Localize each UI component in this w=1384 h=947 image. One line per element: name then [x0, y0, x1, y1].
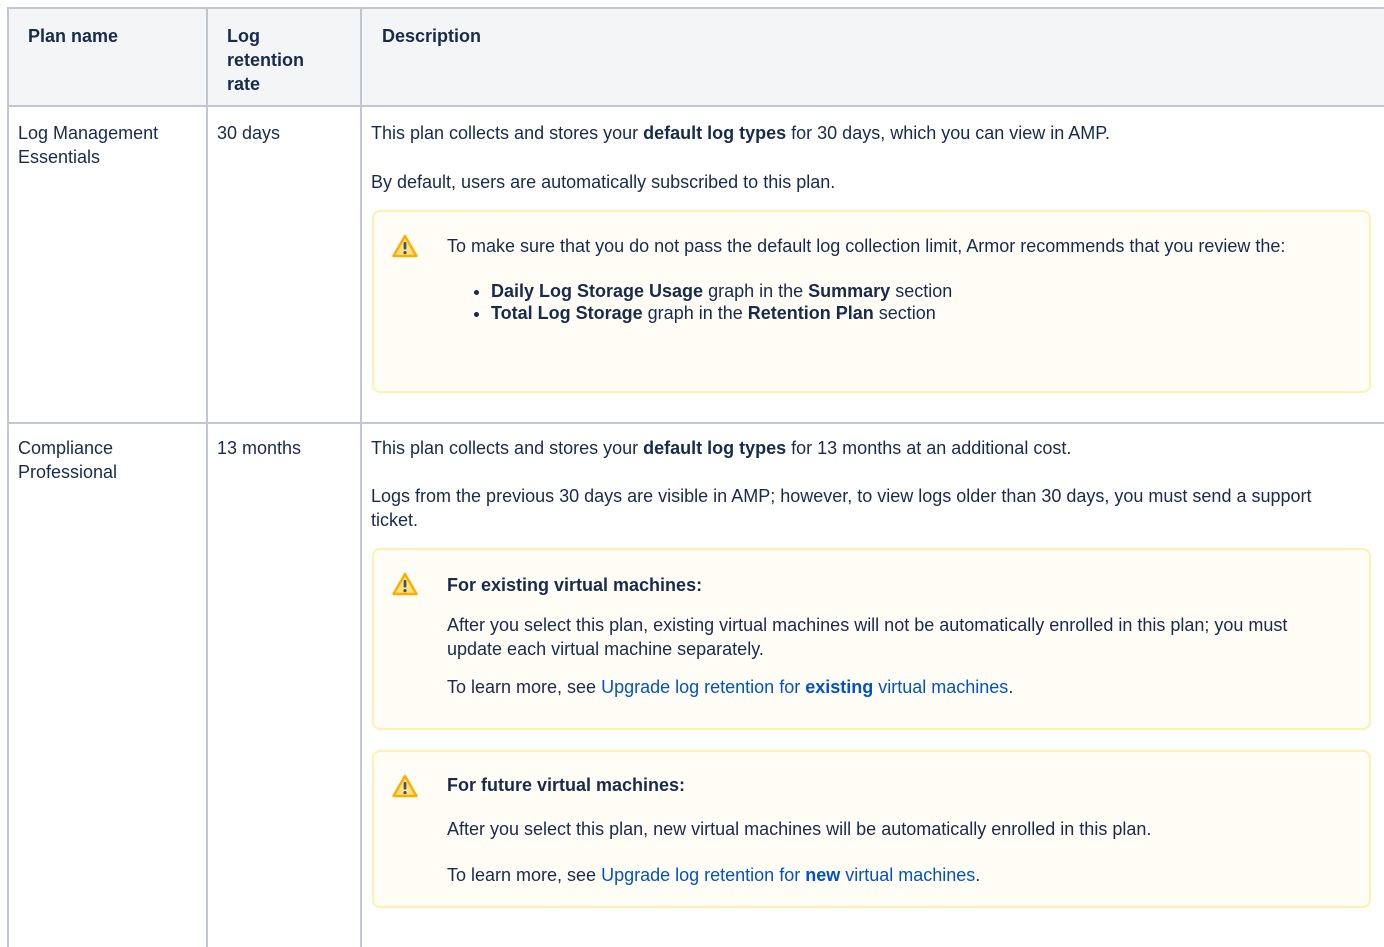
- future-vm-text: After you select this plan, new virtual …: [447, 819, 1152, 839]
- future-vm-title: For future virtual machines:: [447, 775, 686, 795]
- column-divider: [360, 9, 362, 947]
- existing-vm-title: For existing virtual machines:: [447, 575, 703, 595]
- row2-plan-name: Compliance Professional: [18, 438, 118, 482]
- warning-icon: [392, 774, 418, 798]
- existing-vm-warning-panel: For existing virtual machines: After you…: [372, 548, 1371, 730]
- row1-plan-name: Log Management Essentials: [18, 123, 159, 167]
- existing-vm-learn-more: To learn more, see Upgrade log retention…: [447, 677, 1014, 697]
- list-item: Daily Log Storage Usage graph in the Sum…: [491, 280, 1345, 302]
- warning-icon: [392, 234, 418, 258]
- upgrade-new-vm-link[interactable]: Upgrade log retention for new virtual ma…: [601, 865, 975, 885]
- row2-description-p2: Logs from the previous 30 days are visib…: [371, 486, 1312, 530]
- row1-retention: 30 days: [217, 123, 281, 143]
- row2-retention: 13 months: [217, 438, 302, 458]
- header-description: Description: [382, 26, 482, 46]
- row-divider: [9, 422, 1384, 424]
- header-plan-name: Plan name: [28, 26, 119, 46]
- header-log-retention-rate: Log retention rate: [227, 26, 305, 94]
- existing-vm-text: After you select this plan, existing vir…: [447, 615, 1288, 659]
- row2-description-p1: This plan collects and stores your defau…: [371, 438, 1072, 458]
- row1-description-p1: This plan collects and stores your defau…: [371, 123, 1110, 143]
- row1-warning-body: To make sure that you do not pass the de…: [447, 234, 1345, 324]
- existing-vm-warning-body: For existing virtual machines: After you…: [447, 573, 1345, 699]
- upgrade-existing-vm-link[interactable]: Upgrade log retention for existing virtu…: [601, 677, 1008, 697]
- list-item: Total Log Storage graph in the Retention…: [491, 302, 1345, 324]
- future-vm-warning-body: For future virtual machines: After you s…: [447, 773, 1345, 887]
- storage-graph-list: Daily Log Storage Usage graph in the Sum…: [447, 280, 1345, 324]
- warning-icon: [392, 572, 418, 596]
- future-vm-warning-panel: For future virtual machines: After you s…: [372, 750, 1371, 908]
- row-divider: [9, 105, 1384, 107]
- row1-warning-panel: To make sure that you do not pass the de…: [372, 210, 1371, 393]
- future-vm-learn-more: To learn more, see Upgrade log retention…: [447, 865, 981, 885]
- column-divider: [206, 9, 208, 947]
- row1-description-p2: By default, users are automatically subs…: [371, 172, 836, 192]
- plans-table: Plan name Log retention rate Description…: [7, 7, 1384, 947]
- table-header-row: [9, 9, 1384, 105]
